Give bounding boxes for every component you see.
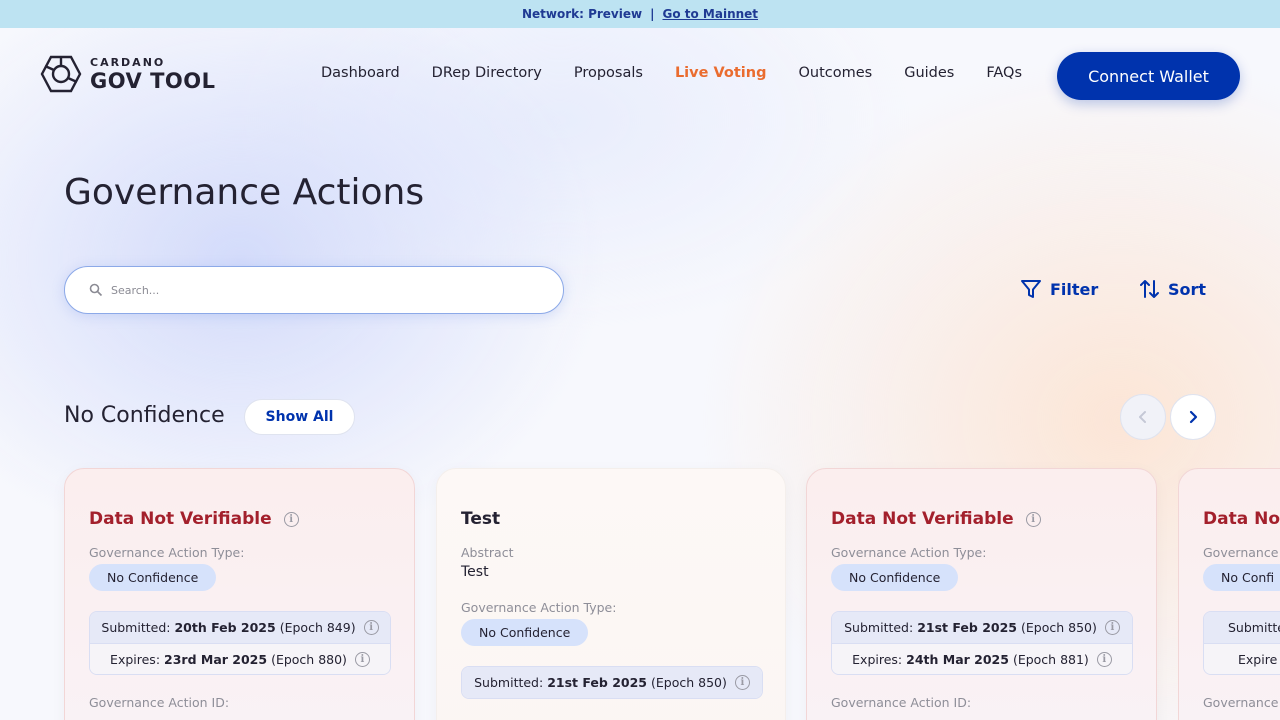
sort-label: Sort xyxy=(1168,279,1207,299)
search-box xyxy=(64,266,564,314)
logo-big-text: GOV TOOL xyxy=(90,68,216,93)
submitted-label: Submitted: xyxy=(844,620,914,635)
type-chip: No Confidence xyxy=(89,564,217,591)
network-banner: Network: Preview | Go to Mainnet xyxy=(0,0,1280,28)
cardano-logo-icon xyxy=(40,55,82,93)
nav-item-drep-directory[interactable]: DRep Directory xyxy=(432,65,542,81)
section-title: No Confidence xyxy=(64,403,225,428)
expires-date: 24th Mar 2025 xyxy=(906,651,1009,667)
nav-item-dashboard[interactable]: Dashboard xyxy=(321,65,400,81)
carousel-prev-button[interactable] xyxy=(1120,394,1166,440)
network-label: Network: Preview xyxy=(521,7,643,21)
card-title: Data Not Verifiable xyxy=(831,509,1014,529)
governance-action-card[interactable]: Test Abstract Test Governance Action Typ… xyxy=(436,468,786,720)
nav-item-faqs[interactable]: FAQs xyxy=(986,65,1022,81)
card-clip: Data Not Verifiable Governance No Confi … xyxy=(1178,468,1280,720)
card-title: Data Not Verifiable xyxy=(89,509,272,529)
chevron-left-icon xyxy=(1139,411,1146,423)
filter-label: Filter xyxy=(1050,279,1099,299)
dates-box: Submitted: 21st Feb 2025 (Epoch 850) i xyxy=(461,666,763,699)
action-id-label: Governance xyxy=(1203,695,1279,710)
action-id-label: Governance Action ID: xyxy=(831,695,972,710)
info-icon[interactable]: i xyxy=(1104,620,1120,635)
submitted-epoch: (Epoch 850) xyxy=(1020,620,1097,635)
go-to-mainnet-link[interactable]: Go to Mainnet xyxy=(662,7,758,21)
card-title: Data Not Verifiable xyxy=(1203,509,1280,529)
search-input[interactable] xyxy=(111,283,531,297)
governance-action-card[interactable]: Data Not Verifiable i Governance Action … xyxy=(64,468,415,720)
header: CARDANO GOV TOOL Dashboard DRep Director… xyxy=(0,28,1280,124)
search-icon xyxy=(89,283,103,297)
dates-box: Submitte Expire xyxy=(1203,611,1280,675)
submitted-date: 20th Feb 2025 xyxy=(174,620,276,635)
submitted-label: Submitte xyxy=(1228,620,1280,635)
type-label: Governance Action Type: xyxy=(89,545,245,560)
info-icon[interactable]: i xyxy=(1096,651,1112,667)
type-chip: No Confidence xyxy=(461,619,589,646)
info-icon[interactable]: i xyxy=(363,620,379,635)
expires-epoch: (Epoch 880) xyxy=(271,651,347,667)
info-icon[interactable]: i xyxy=(354,651,370,667)
abstract-value: Test xyxy=(461,564,489,580)
submitted-label: Submitted: xyxy=(101,620,171,635)
governance-action-card[interactable]: Data Not Verifiable i Governance Action … xyxy=(806,468,1157,720)
dates-box: Submitted: 20th Feb 2025 (Epoch 849) i E… xyxy=(89,611,391,675)
nav-item-outcomes[interactable]: Outcomes xyxy=(798,65,872,81)
expires-label: Expires: xyxy=(110,651,161,667)
type-label: Governance Action Type: xyxy=(461,600,617,615)
main-nav: Dashboard DRep Directory Proposals Live … xyxy=(321,65,1022,81)
info-icon[interactable]: i xyxy=(734,675,750,690)
show-all-button[interactable]: Show All xyxy=(244,399,355,435)
submitted-epoch: (Epoch 850) xyxy=(650,675,727,690)
nav-item-proposals[interactable]: Proposals xyxy=(574,65,643,81)
nav-item-live-voting[interactable]: Live Voting xyxy=(675,65,767,81)
chevron-right-icon xyxy=(1189,410,1198,424)
submitted-date: 21st Feb 2025 xyxy=(917,620,1017,635)
sort-button[interactable]: Sort xyxy=(1140,278,1206,300)
type-chip: No Confi xyxy=(1203,564,1280,591)
filter-button[interactable]: Filter xyxy=(1020,278,1098,300)
info-icon[interactable]: i xyxy=(1025,511,1041,527)
page-title: Governance Actions xyxy=(64,172,425,213)
submitted-label: Submitted: xyxy=(474,675,544,690)
governance-action-card[interactable]: Data Not Verifiable Governance No Confi … xyxy=(1178,468,1280,720)
expires-label: Expire xyxy=(1238,651,1278,667)
dates-box: Submitted: 21st Feb 2025 (Epoch 850) i E… xyxy=(831,611,1133,675)
carousel-next-button[interactable] xyxy=(1170,394,1216,440)
submitted-epoch: (Epoch 849) xyxy=(279,620,356,635)
info-icon[interactable]: i xyxy=(283,511,299,527)
type-chip: No Confidence xyxy=(831,564,959,591)
logo-small-text: CARDANO xyxy=(90,55,166,69)
type-label: Governance Action Type: xyxy=(831,545,987,560)
banner-separator: | xyxy=(650,7,655,21)
abstract-label: Abstract xyxy=(461,545,514,560)
expires-date: 23rd Mar 2025 xyxy=(164,651,268,667)
logo[interactable]: CARDANO GOV TOOL xyxy=(40,55,216,93)
filter-icon xyxy=(1021,280,1041,298)
nav-item-guides[interactable]: Guides xyxy=(904,65,954,81)
connect-wallet-button[interactable]: Connect Wallet xyxy=(1057,52,1240,100)
card-title: Test xyxy=(461,509,501,529)
submitted-date: 21st Feb 2025 xyxy=(547,675,647,690)
sort-icon xyxy=(1140,280,1159,298)
expires-epoch: (Epoch 881) xyxy=(1012,651,1089,667)
type-label: Governance xyxy=(1203,545,1279,560)
action-id-label: Governance Action ID: xyxy=(89,695,230,710)
expires-label: Expires: xyxy=(852,651,903,667)
